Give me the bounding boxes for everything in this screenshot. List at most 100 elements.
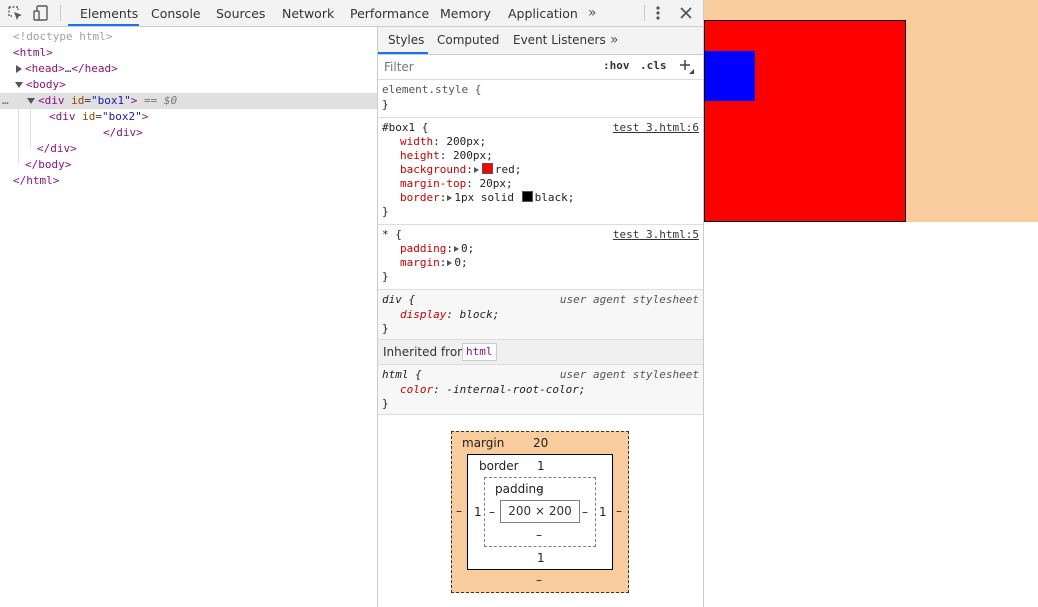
dom-node-box2-close[interactable]: </div>: [0, 125, 377, 141]
rule-selector[interactable]: element.style {: [382, 83, 481, 97]
box-model-padding-bottom[interactable]: –: [536, 528, 542, 542]
box-model-border[interactable]: border 1 1 1 1 padding – – – – 200 × 200: [467, 454, 613, 570]
subtab-styles[interactable]: Styles: [388, 27, 424, 54]
box-model-margin-left[interactable]: –: [456, 504, 462, 518]
box-model-border-right[interactable]: 1: [599, 505, 607, 519]
doctype-text: <!doctype html>: [13, 30, 113, 43]
dom-node-body[interactable]: <body>: [0, 77, 377, 93]
dom-tree: <!doctype html> <html> <head>…</head> <b…: [0, 27, 377, 607]
dom-node-box1-close[interactable]: </div>: [0, 141, 377, 157]
tab-performance[interactable]: Performance: [350, 0, 429, 26]
expand-shorthand-icon[interactable]: [447, 260, 453, 266]
inspect-element-icon[interactable]: [6, 4, 24, 22]
box-model-padding[interactable]: padding – – – – 200 × 200: [484, 477, 596, 547]
body-close-tag: </body>: [25, 158, 72, 171]
box-model-margin-label: margin: [462, 436, 505, 450]
dom-node-html-close[interactable]: </html>: [0, 173, 377, 189]
box-model-border-bottom[interactable]: 1: [537, 551, 545, 565]
tab-sources[interactable]: Sources: [216, 0, 265, 26]
css-declaration[interactable]: border: 1px solid black;: [400, 191, 574, 205]
rule-close-brace: }: [382, 322, 389, 335]
color-swatch-red[interactable]: [481, 163, 493, 174]
box-model-border-label: border: [479, 459, 519, 473]
box-model-margin[interactable]: margin 20 – – – border 1 1 1 1 padding –…: [451, 431, 629, 593]
css-declaration[interactable]: padding: 0;: [400, 242, 474, 256]
tab-memory[interactable]: Memory: [440, 0, 491, 26]
div-close-tag: </div>: [37, 142, 77, 155]
property-value: 0;: [460, 242, 475, 255]
tab-console[interactable]: Console: [151, 0, 201, 26]
rule-source-label: user agent stylesheet: [559, 293, 699, 306]
new-style-rule-icon[interactable]: [678, 58, 694, 74]
class-toggle[interactable]: .cls: [640, 59, 667, 72]
dom-node-box2[interactable]: <div id="box2">: [0, 109, 377, 125]
dom-node-body-close[interactable]: </body>: [0, 157, 377, 173]
dom-node-head[interactable]: <head>…</head>: [0, 61, 377, 77]
css-declaration[interactable]: height: 200px;: [400, 149, 493, 163]
dom-node-html[interactable]: <html>: [0, 45, 377, 61]
collapse-triangle-icon[interactable]: [15, 82, 23, 88]
box-model-padding-right[interactable]: –: [582, 505, 588, 519]
css-declaration: display: block;: [400, 308, 500, 321]
rendered-box1[interactable]: [704, 20, 906, 222]
tab-elements[interactable]: Elements: [80, 0, 138, 26]
rendered-box2[interactable]: [705, 51, 755, 101]
tab-network[interactable]: Network: [282, 0, 334, 26]
rendered-html-element[interactable]: [704, 0, 1038, 222]
toolbar-separator: [644, 5, 645, 21]
css-declaration[interactable]: margin-top: 20px;: [400, 177, 513, 191]
devtools-toolbar: Elements Console Sources Network Perform…: [0, 0, 703, 27]
dom-node-doctype[interactable]: <!doctype html>: [0, 29, 377, 45]
more-subtabs-button[interactable]: »: [610, 27, 619, 54]
div-close-tag: </div>: [103, 126, 143, 139]
box-model-border-top[interactable]: 1: [537, 459, 545, 473]
selected-node-marker: == $0: [144, 94, 178, 107]
subtab-computed[interactable]: Computed: [437, 27, 499, 54]
css-declaration[interactable]: background: red;: [400, 163, 521, 177]
property-name: margin: [400, 256, 440, 269]
device-toolbar-icon[interactable]: [32, 4, 50, 22]
rule-source-label: user agent stylesheet: [559, 368, 699, 381]
inherited-label: Inherited from: [383, 345, 469, 359]
rule-html-user-agent: html { user agent stylesheet color: -int…: [378, 365, 703, 415]
box-model-margin-right[interactable]: –: [616, 504, 622, 518]
more-tabs-button[interactable]: »: [588, 0, 602, 26]
box-model-margin-bottom[interactable]: –: [536, 573, 542, 587]
subtab-event-listeners[interactable]: Event Listeners: [513, 27, 606, 54]
css-declaration[interactable]: margin: 0;: [400, 256, 468, 270]
more-options-icon[interactable]: [651, 4, 665, 22]
inherited-node-link[interactable]: html: [462, 343, 497, 361]
rule-source-link[interactable]: test 3.html:5: [613, 228, 699, 242]
property-name: border: [400, 191, 440, 204]
expand-shorthand-icon[interactable]: [453, 246, 459, 252]
property-name: margin-top: [400, 177, 467, 190]
close-icon[interactable]: [678, 5, 694, 21]
tab-application[interactable]: Application: [508, 0, 578, 26]
box-model-padding-left[interactable]: –: [489, 505, 495, 519]
expand-shorthand-icon[interactable]: [447, 195, 453, 201]
rule-selector[interactable]: * {: [382, 228, 402, 242]
property-name: height: [400, 149, 440, 162]
property-value: 20px;: [479, 177, 513, 190]
hover-state-toggle[interactable]: :hov: [603, 59, 630, 72]
rule-source-link[interactable]: test 3.html:6: [613, 121, 699, 135]
color-swatch-black[interactable]: [521, 191, 533, 202]
property-name: background: [400, 163, 467, 176]
expand-triangle-icon[interactable]: [16, 65, 22, 73]
box-model-content[interactable]: 200 × 200: [500, 500, 580, 523]
box-model-border-left[interactable]: 1: [474, 505, 482, 519]
node-actions-ellipsis[interactable]: …: [2, 93, 9, 109]
styles-filter-input[interactable]: [382, 58, 596, 75]
box-model-padding-top[interactable]: –: [536, 482, 542, 496]
css-declaration: color: -internal-root-color;: [400, 383, 586, 396]
html-close-tag: </html>: [13, 174, 60, 187]
rule-selector[interactable]: #box1 {: [382, 121, 428, 135]
expand-shorthand-icon[interactable]: [473, 167, 479, 173]
collapse-triangle-icon[interactable]: [27, 98, 35, 104]
box-model-margin-top[interactable]: 20: [533, 436, 548, 450]
attr-name-id: id: [82, 110, 96, 123]
styles-pane: Styles Computed Event Listeners » :hov .…: [378, 27, 703, 607]
css-declaration[interactable]: width: 200px;: [400, 135, 486, 149]
dom-node-box1[interactable]: … <div id="box1"> == $0: [0, 93, 377, 109]
property-name: width: [400, 135, 434, 148]
